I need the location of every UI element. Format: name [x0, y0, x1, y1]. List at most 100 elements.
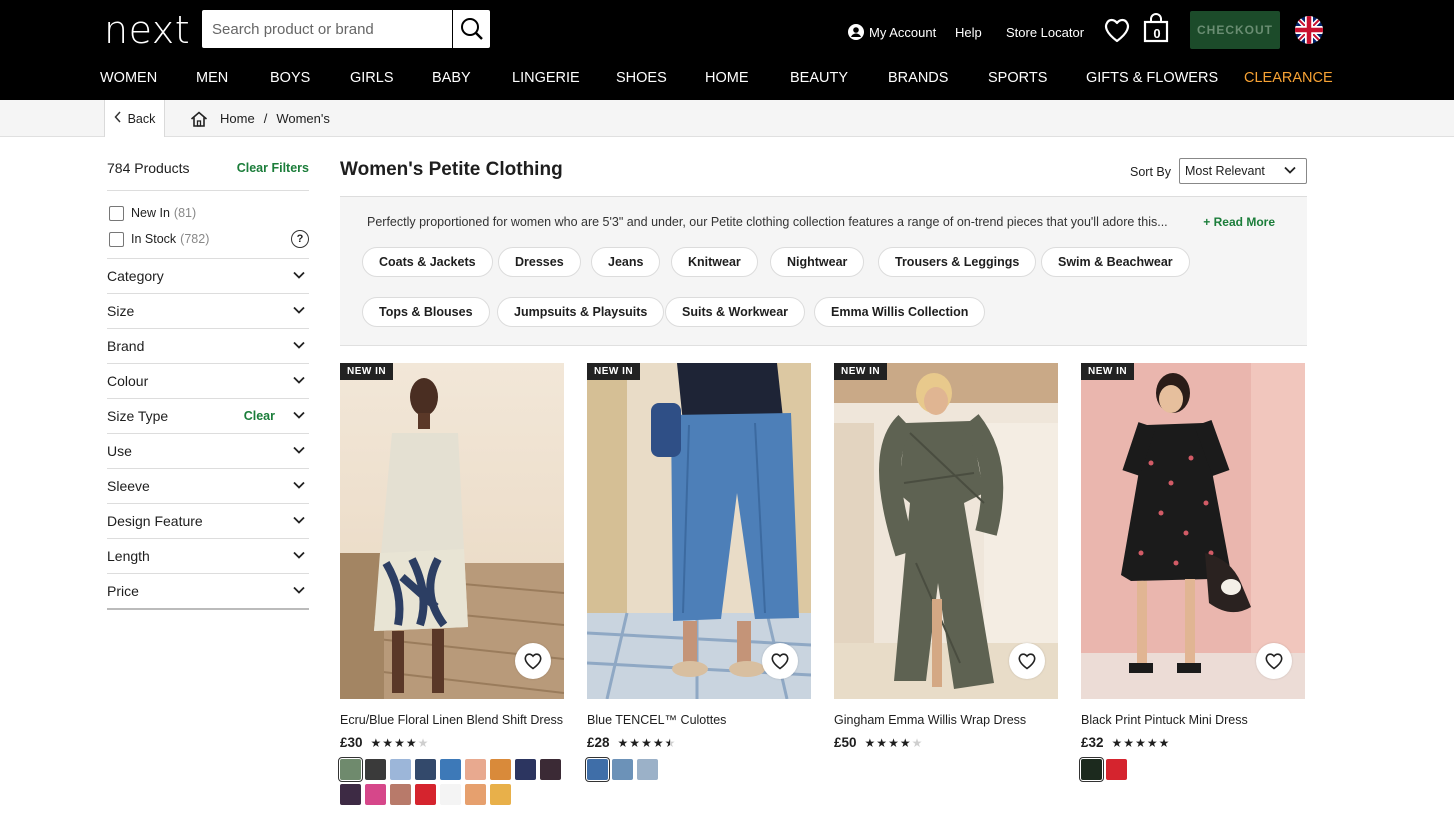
back-button[interactable]: Back — [104, 100, 165, 137]
add-to-favourites-button[interactable] — [762, 643, 798, 679]
nav-girls[interactable]: GIRLS — [350, 70, 394, 86]
size-type-clear-link[interactable]: Clear — [244, 409, 275, 423]
colour-swatch[interactable] — [365, 759, 386, 780]
facet-category[interactable]: Category — [107, 258, 309, 293]
uk-flag-icon[interactable] — [1295, 16, 1323, 44]
colour-swatch[interactable] — [390, 784, 411, 805]
nav-boys[interactable]: BOYS — [270, 70, 310, 86]
checkout-button[interactable]: CHECKOUT — [1190, 11, 1280, 49]
chip-trousers-leggings[interactable]: Trousers & Leggings — [878, 247, 1037, 277]
help-link[interactable]: Help — [955, 20, 982, 44]
chip-tops-blouses[interactable]: Tops & Blouses — [362, 297, 490, 327]
facet-label: Length — [107, 548, 150, 564]
nav-beauty[interactable]: BEAUTY — [790, 70, 848, 86]
nav-men[interactable]: MEN — [196, 70, 228, 86]
product-image[interactable]: NEW IN — [1081, 363, 1305, 699]
colour-swatch[interactable] — [515, 759, 536, 780]
clear-filters-link[interactable]: Clear Filters — [237, 161, 309, 175]
product-title[interactable]: Blue TENCEL™ Culottes — [587, 713, 726, 727]
colour-swatch[interactable] — [490, 759, 511, 780]
facet-label: Price — [107, 583, 139, 599]
facet-size-type[interactable]: Size Type Clear — [107, 398, 309, 433]
breadcrumb-home[interactable]: Home — [220, 111, 255, 126]
colour-swatch[interactable] — [415, 759, 436, 780]
colour-swatch[interactable] — [1079, 757, 1104, 782]
colour-swatch[interactable] — [465, 759, 486, 780]
colour-swatch[interactable] — [637, 759, 658, 780]
star-rating: ★ ★ ★ ★ ★ — [371, 736, 430, 750]
colour-swatch[interactable] — [440, 759, 461, 780]
chip-nightwear[interactable]: Nightwear — [770, 247, 865, 277]
facet-price[interactable]: Price — [107, 573, 309, 608]
user-icon — [848, 24, 864, 40]
facet-brand[interactable]: Brand — [107, 328, 309, 363]
add-to-favourites-button[interactable] — [1009, 643, 1045, 679]
nav-home[interactable]: HOME — [705, 70, 749, 86]
colour-swatch[interactable] — [612, 759, 633, 780]
nav-baby[interactable]: BABY — [432, 70, 471, 86]
search-input[interactable] — [202, 10, 452, 48]
star-icon: ★ — [370, 735, 382, 750]
price-rating-row: £32 ★ ★ ★ ★ ★ — [1081, 735, 1170, 750]
store-locator-link[interactable]: Store Locator — [1006, 20, 1084, 44]
nav-clearance[interactable]: CLEARANCE — [1244, 70, 1333, 86]
colour-swatch[interactable] — [585, 757, 610, 782]
chip-jumpsuits-playsuits[interactable]: Jumpsuits & Playsuits — [497, 297, 665, 327]
colour-swatch[interactable] — [490, 784, 511, 805]
next-logo[interactable]: next — [104, 10, 190, 50]
chip-swim-beachwear[interactable]: Swim & Beachwear — [1041, 247, 1190, 277]
star-icon: ★ — [911, 735, 923, 750]
colour-swatch[interactable] — [340, 784, 361, 805]
in-stock-filter[interactable]: In Stock (782) — [109, 231, 209, 247]
product-title[interactable]: Ecru/Blue Floral Linen Blend Shift Dress — [340, 713, 563, 727]
chip-suits-workwear[interactable]: Suits & Workwear — [665, 297, 806, 327]
shopping-bag-button[interactable]: 0 — [1143, 13, 1171, 43]
in-stock-checkbox[interactable] — [109, 231, 124, 247]
new-in-filter[interactable]: New In (81) — [109, 205, 196, 221]
chip-dresses[interactable]: Dresses — [498, 247, 581, 277]
help-question-icon[interactable]: ? — [291, 230, 309, 248]
facet-design-feature[interactable]: Design Feature — [107, 503, 309, 538]
chip-coats-jackets[interactable]: Coats & Jackets — [362, 247, 493, 277]
chip-emma-willis-collection[interactable]: Emma Willis Collection — [814, 297, 986, 327]
nav-gifts-flowers[interactable]: GIFTS & FLOWERS — [1086, 70, 1218, 86]
breadcrumb-womens[interactable]: Women's — [276, 111, 330, 126]
chip-knitwear[interactable]: Knitwear — [671, 247, 758, 277]
new-in-badge: NEW IN — [834, 363, 888, 380]
in-stock-count: (782) — [180, 232, 210, 246]
facet-size[interactable]: Size — [107, 293, 309, 328]
nav-shoes[interactable]: SHOES — [616, 70, 667, 86]
facet-length[interactable]: Length — [107, 538, 309, 573]
colour-swatch[interactable] — [440, 784, 461, 805]
product-title[interactable]: Black Print Pintuck Mini Dress — [1081, 713, 1248, 727]
nav-women[interactable]: WOMEN — [100, 70, 157, 86]
product-image[interactable]: NEW IN — [340, 363, 564, 699]
colour-swatch[interactable] — [415, 784, 436, 805]
colour-swatch[interactable] — [465, 784, 486, 805]
add-to-favourites-button[interactable] — [1256, 643, 1292, 679]
read-more-link[interactable]: + Read More — [1203, 215, 1275, 229]
colour-swatch[interactable] — [1106, 759, 1127, 780]
nav-brands[interactable]: BRANDS — [888, 70, 948, 86]
search-button[interactable] — [452, 10, 490, 48]
nav-lingerie[interactable]: LINGERIE — [512, 70, 580, 86]
heart-icon — [524, 653, 542, 670]
product-image[interactable]: NEW IN — [587, 363, 811, 699]
product-image[interactable]: NEW IN — [834, 363, 1058, 699]
my-account-link[interactable]: My Account — [848, 20, 936, 44]
new-in-checkbox[interactable] — [109, 205, 124, 221]
facet-use[interactable]: Use — [107, 433, 309, 468]
colour-swatch[interactable] — [540, 759, 561, 780]
chip-jeans[interactable]: Jeans — [591, 247, 661, 277]
facet-sleeve[interactable]: Sleeve — [107, 468, 309, 503]
nav-sports[interactable]: SPORTS — [988, 70, 1047, 86]
colour-swatch[interactable] — [365, 784, 386, 805]
favourites-button[interactable] — [1102, 15, 1132, 45]
facet-colour[interactable]: Colour — [107, 363, 309, 398]
colour-swatch[interactable] — [390, 759, 411, 780]
sort-select[interactable]: Most Relevant — [1179, 158, 1307, 184]
add-to-favourites-button[interactable] — [515, 643, 551, 679]
colour-swatch[interactable] — [338, 757, 363, 782]
home-icon[interactable] — [190, 110, 208, 127]
product-title[interactable]: Gingham Emma Willis Wrap Dress — [834, 713, 1026, 727]
